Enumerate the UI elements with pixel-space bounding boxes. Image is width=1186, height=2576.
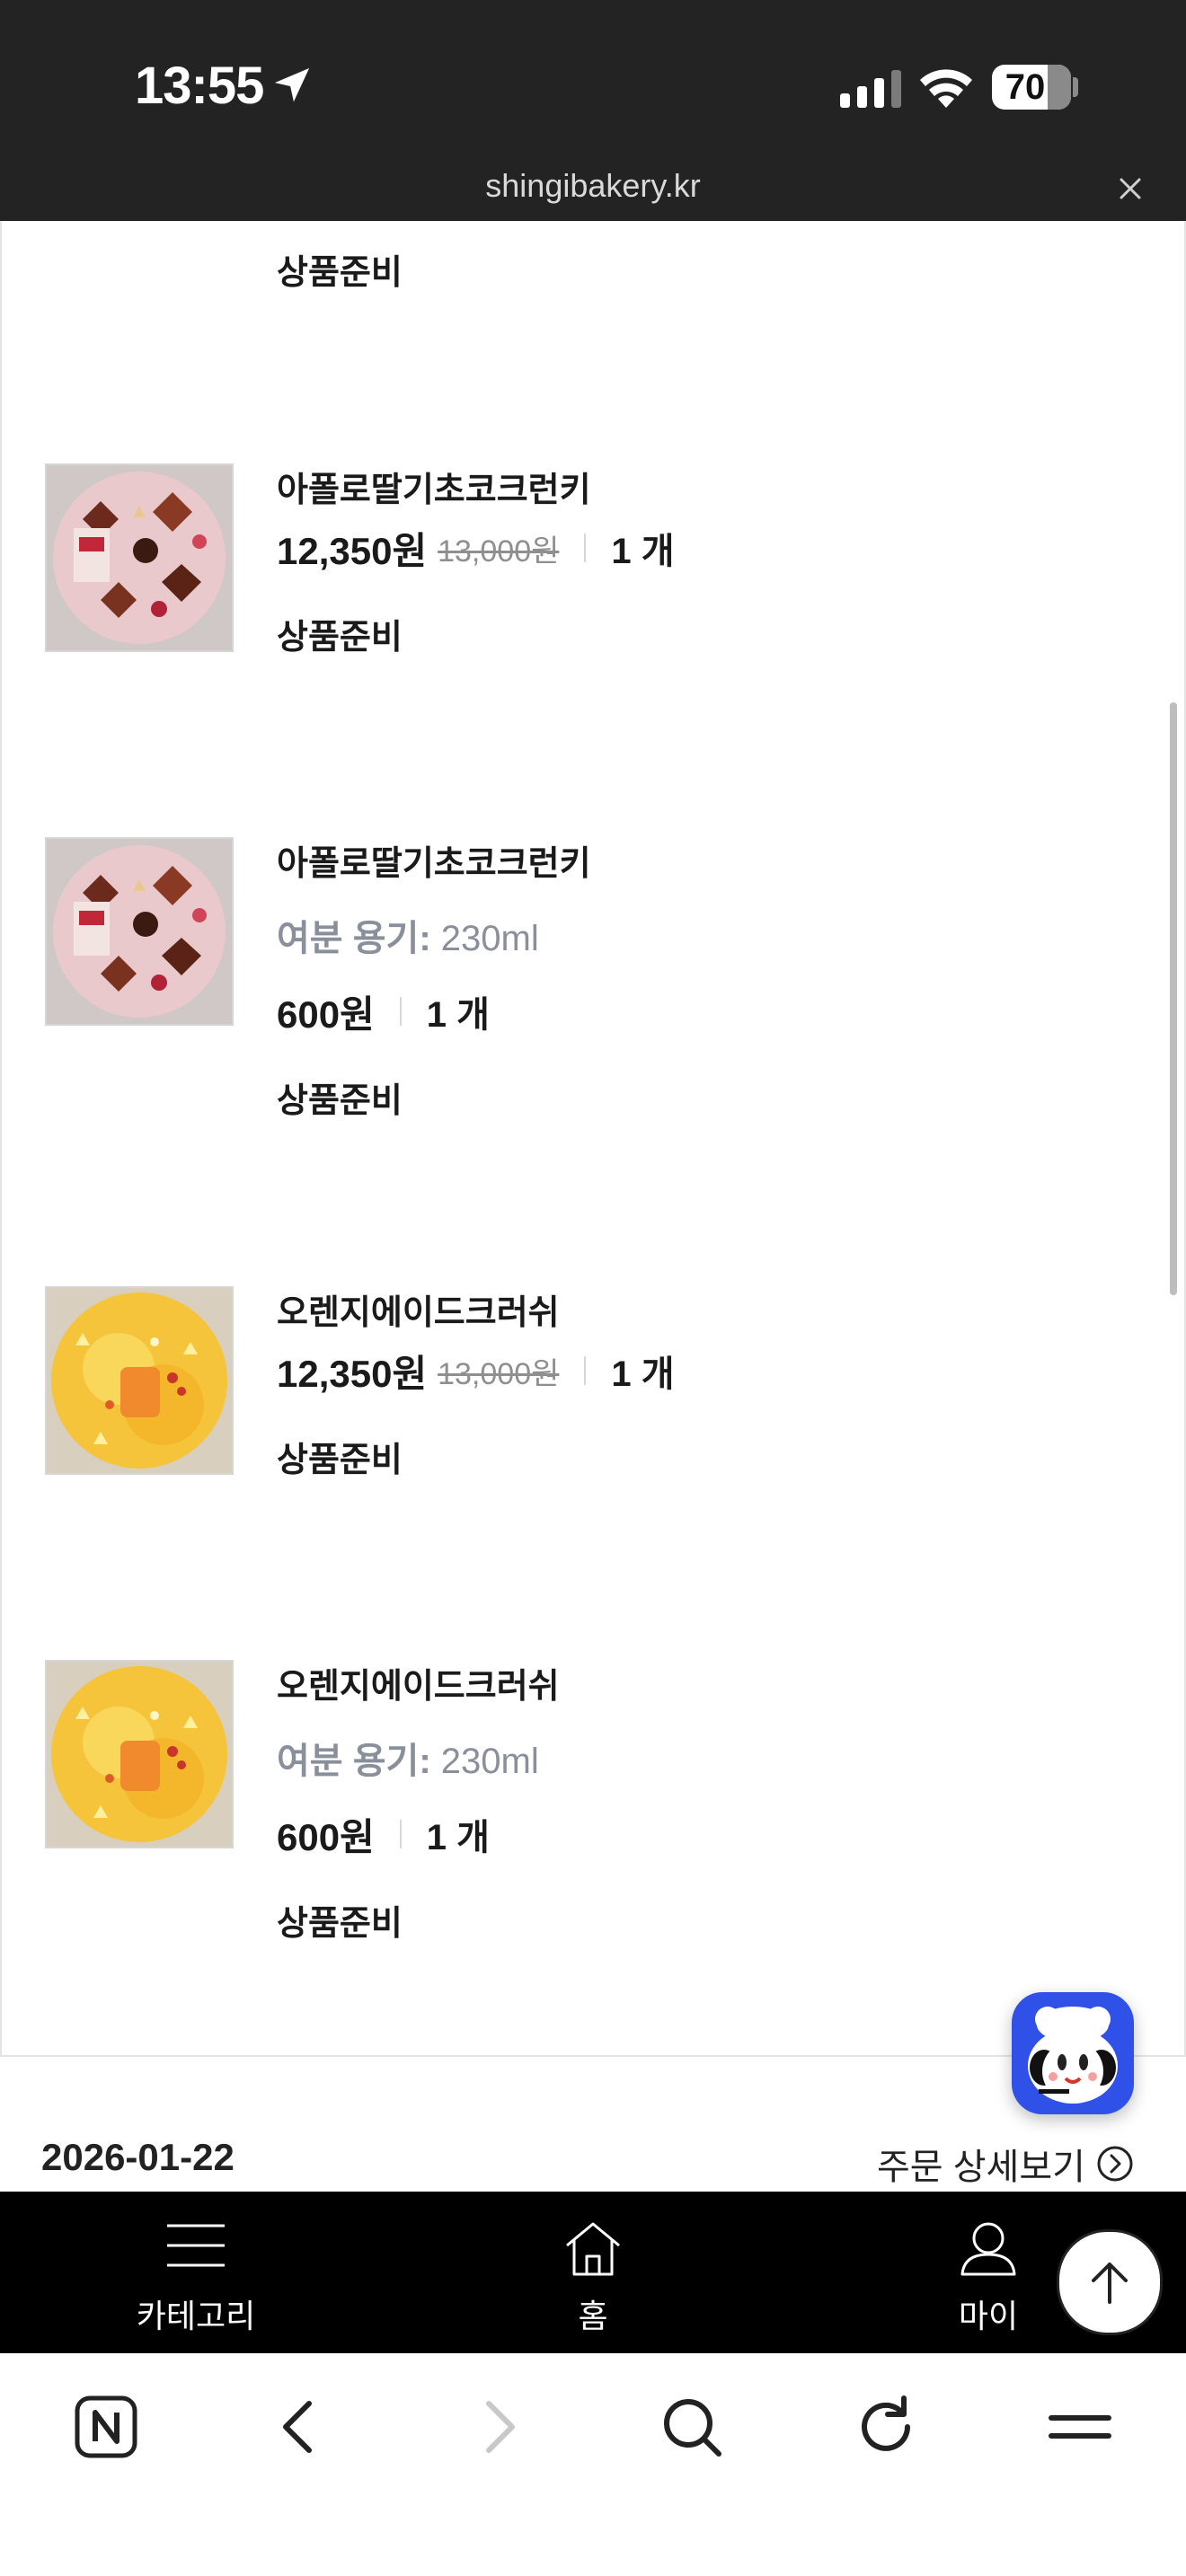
url-domain[interactable]: shingibakery.kr <box>0 167 1186 205</box>
product-name[interactable]: 오렌지에이드크러쉬 <box>277 1658 560 1707</box>
nav-home[interactable]: 홈 <box>485 2192 701 2353</box>
product-thumbnail[interactable] <box>45 1286 234 1475</box>
product-thumbnail[interactable] <box>45 463 234 652</box>
original-price: 13,000원 <box>438 534 560 569</box>
product-name[interactable]: 아폴로딸기초코크런키 <box>277 462 591 511</box>
price-row: 600원 1 개 <box>277 984 490 1038</box>
quantity: 1 개 <box>426 1818 490 1857</box>
item-status: 상품준비 <box>277 1082 403 1120</box>
product-option: 여분 용기: 230ml <box>277 1732 539 1784</box>
close-icon[interactable] <box>1112 171 1148 207</box>
divider <box>584 534 587 562</box>
sale-price: 600원 <box>277 992 375 1036</box>
option-value: 230ml <box>440 919 539 958</box>
sale-price: 12,350원 <box>277 1352 428 1395</box>
divider <box>399 997 402 1026</box>
nav-category-label: 카테고리 <box>136 2298 256 2334</box>
product-name[interactable]: 아폴로딸기초코크런키 <box>277 835 591 885</box>
app-bottom-nav: 카테고리 홈 마이 <box>0 2192 1186 2353</box>
back-icon[interactable] <box>264 2391 336 2463</box>
arrow-up-icon <box>1092 2263 1128 2304</box>
order-item: 상품준비 <box>0 221 1186 411</box>
page-scrollbar[interactable] <box>1170 702 1177 1295</box>
battery-percent: 70 <box>1005 67 1046 107</box>
order-item: 아폴로딸기초코크런키 12,350원 13,000원 1 개 상품준비 <box>0 410 1186 785</box>
order-item: 오렌지에이드크러쉬 여분 용기: 230ml 600원 1 개 상품준비 <box>0 1606 1186 2057</box>
home-icon <box>566 2222 620 2276</box>
forward-icon[interactable] <box>462 2391 534 2463</box>
scroll-to-top-button[interactable] <box>1057 2229 1163 2335</box>
order-detail-link[interactable]: 주문 상세보기 <box>877 2138 1134 2190</box>
cellular-signal-icon <box>840 70 901 108</box>
quantity: 1 개 <box>426 995 490 1035</box>
wifi-icon <box>920 69 972 108</box>
menu-icon <box>167 2224 225 2267</box>
option-label: 여분 용기: <box>277 1742 431 1781</box>
nav-category[interactable]: 카테고리 <box>88 2192 304 2353</box>
chatbot-button[interactable] <box>1012 1992 1134 2114</box>
divider <box>399 1820 402 1848</box>
order-detail-label: 주문 상세보기 <box>877 2148 1085 2187</box>
item-status: 상품준비 <box>277 254 403 292</box>
status-bar: 13:55 70 shingibakery.kr <box>0 0 1186 221</box>
location-arrow-icon <box>274 67 310 102</box>
chatbot-mascot-icon <box>1028 2007 1118 2104</box>
battery-cap <box>1073 77 1078 97</box>
option-label: 여분 용기: <box>277 919 431 958</box>
refresh-icon[interactable] <box>850 2391 922 2463</box>
order-date: 2026-01-22 <box>41 2136 235 2178</box>
search-icon[interactable] <box>656 2391 728 2463</box>
price-row: 600원 1 개 <box>277 1807 490 1861</box>
price-row: 12,350원 13,000원 1 개 <box>277 521 675 575</box>
user-icon <box>960 2222 1016 2276</box>
sale-price: 12,350원 <box>277 529 428 572</box>
option-value: 230ml <box>440 1742 539 1781</box>
product-thumbnail[interactable] <box>45 837 234 1026</box>
original-price: 13,000원 <box>438 1356 560 1391</box>
order-item: 오렌지에이드크러쉬 12,350원 13,000원 1 개 상품준비 <box>0 1232 1186 1608</box>
battery-indicator: 70 <box>992 65 1071 110</box>
item-status: 상품준비 <box>277 619 403 657</box>
nav-home-label: 홈 <box>578 2298 608 2334</box>
clock: 13:55 <box>135 57 264 115</box>
product-thumbnail[interactable] <box>45 1660 234 1848</box>
menu-icon[interactable] <box>1044 2391 1116 2463</box>
browser-toolbar <box>0 2353 1186 2576</box>
chevron-circle-right-icon <box>1097 2146 1133 2182</box>
product-option: 여분 용기: 230ml <box>277 909 539 961</box>
naver-home-icon[interactable] <box>70 2391 142 2463</box>
sale-price: 600원 <box>277 1815 375 1858</box>
quantity: 1 개 <box>611 532 675 571</box>
order-item: 아폴로딸기초코크런키 여분 용기: 230ml 600원 1 개 상품준비 <box>0 783 1186 1234</box>
price-row: 12,350원 13,000원 1 개 <box>277 1344 675 1398</box>
item-status: 상품준비 <box>277 1905 403 1943</box>
quantity: 1 개 <box>611 1354 675 1394</box>
item-status: 상품준비 <box>277 1442 403 1479</box>
divider <box>584 1356 587 1385</box>
product-name[interactable]: 오렌지에이드크러쉬 <box>277 1284 560 1334</box>
